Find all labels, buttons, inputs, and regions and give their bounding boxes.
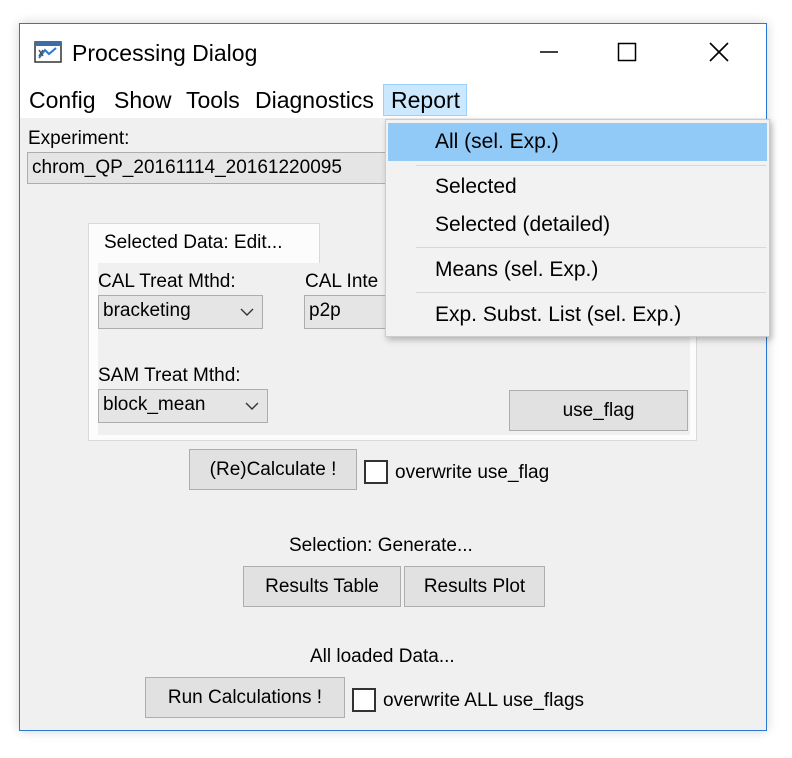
close-icon [709,42,729,62]
experiment-label: Experiment: [28,128,130,149]
tab-selected-data-label: Selected Data: Edit... [104,232,283,253]
cal-treat-value: bracketing [103,300,191,321]
results-plot-button[interactable]: Results Plot [404,566,545,607]
overwrite-use-flag-checkbox[interactable] [364,460,388,484]
overwrite-use-flag-label: overwrite use_flag [395,462,550,483]
all-loaded-data-heading: All loaded Data... [310,646,455,667]
tab-selected-data[interactable]: Selected Data: Edit... [88,223,320,263]
report-item-selected[interactable]: Selected [388,168,767,206]
cal-treat-select[interactable]: bracketing [98,295,263,329]
app-window-icon [34,41,62,63]
minimize-icon [540,51,558,53]
menu-separator [416,247,766,248]
cal-interp-value: p2p [309,300,341,321]
cal-treat-label: CAL Treat Mthd: [98,271,236,292]
report-item-subst-list[interactable]: Exp. Subst. List (sel. Exp.) [388,296,767,334]
menu-separator [416,292,766,293]
window-title: Processing Dialog [72,40,258,66]
report-dropdown-menu: All (sel. Exp.) Selected Selected (detai… [385,119,770,337]
results-table-button[interactable]: Results Table [243,566,401,607]
menu-diagnostics[interactable]: Diagnostics [248,84,381,116]
menu-bar: Config Show Tools Diagnostics Report [20,82,766,118]
cal-interp-label: CAL Inte [305,271,379,292]
chevron-down-icon [240,308,254,316]
report-item-selected-detailed[interactable]: Selected (detailed) [388,206,767,244]
minimize-button[interactable] [526,32,572,72]
cal-interp-select[interactable]: p2p [304,295,386,329]
maximize-button[interactable] [604,32,650,72]
experiment-select[interactable]: chrom_QP_20161114_20161220095 [27,152,387,184]
menu-report[interactable]: Report [383,84,467,116]
sam-treat-value: block_mean [103,394,206,415]
close-button[interactable] [696,32,742,72]
report-item-all[interactable]: All (sel. Exp.) [388,123,767,161]
title-bar[interactable]: Processing Dialog [20,24,766,82]
overwrite-all-use-flags-label: overwrite ALL use_flags [383,690,585,711]
use-flag-button[interactable]: use_flag [509,390,688,431]
menu-config[interactable]: Config [22,84,102,116]
sam-treat-label: SAM Treat Mthd: [98,365,241,386]
chevron-down-icon [245,402,259,410]
run-calculations-button[interactable]: Run Calculations ! [145,677,345,718]
menu-tools[interactable]: Tools [179,84,247,116]
processing-dialog-window: Processing Dialog Config Show Tools Diag… [19,23,770,731]
report-item-means[interactable]: Means (sel. Exp.) [388,251,767,289]
selection-heading: Selection: Generate... [289,535,473,556]
recalculate-button[interactable]: (Re)Calculate ! [189,449,357,490]
sam-treat-select[interactable]: block_mean [98,389,268,423]
menu-separator [416,165,766,166]
maximize-icon [617,42,637,62]
overwrite-all-use-flags-checkbox[interactable] [352,688,376,712]
menu-show[interactable]: Show [107,84,179,116]
